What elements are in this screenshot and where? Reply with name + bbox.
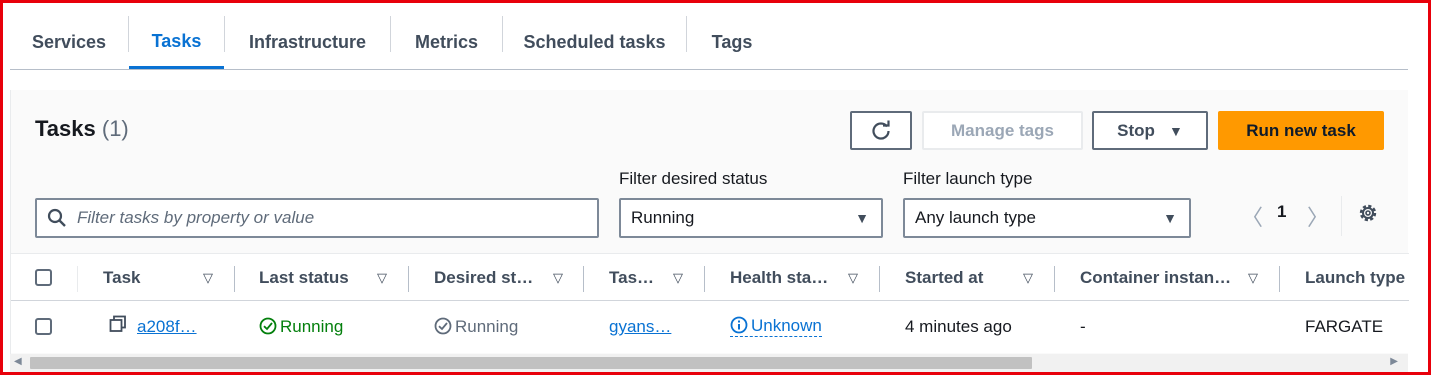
launch-type-cell: FARGATE [1305, 317, 1384, 336]
sort-icon[interactable]: ▽ [553, 270, 563, 286]
task-id-link[interactable]: a208f… [137, 317, 197, 337]
tab-tags[interactable]: Tags [687, 16, 777, 68]
column-header-started-at[interactable]: Started at [905, 268, 983, 288]
dropdown-arrow-icon: ▼ [1163, 210, 1177, 226]
launch-type-select[interactable]: Any launch type ▼ [903, 198, 1191, 238]
desired-status-value: Running [631, 208, 695, 227]
desired-status-cell: Running [434, 317, 518, 337]
last-status-text: Running [280, 317, 344, 336]
column-divider[interactable] [583, 266, 584, 292]
run-new-task-button[interactable]: Run new task [1218, 111, 1384, 150]
tab-infrastructure[interactable]: Infrastructure [225, 16, 390, 68]
caret-down-icon: ▼ [1168, 122, 1183, 139]
stop-button-label: Stop [1117, 120, 1155, 140]
refresh-button[interactable] [850, 111, 912, 150]
refresh-icon [872, 120, 890, 140]
column-header-desired-status[interactable]: Desired st… [434, 268, 533, 288]
started-at-cell: 4 minutes ago [905, 317, 1012, 336]
tab-metrics[interactable]: Metrics [391, 16, 502, 68]
pager-divider [1341, 196, 1342, 236]
column-divider[interactable] [1054, 266, 1055, 292]
column-divider[interactable] [234, 266, 235, 292]
tasks-panel: Tasks (1) Manage tags Stop ▼ Run new tas… [10, 90, 1409, 375]
tab-scheduled-tasks[interactable]: Scheduled tasks [503, 16, 686, 68]
search-icon [47, 208, 66, 227]
sort-icon[interactable]: ▽ [1023, 270, 1033, 286]
search-placeholder: Filter tasks by property or value [77, 208, 315, 227]
table-row: a208f… Running Running gyans… Unknown 4 … [11, 301, 1409, 353]
panel-title-text: Tasks [35, 116, 96, 141]
container-instance-cell: - [1080, 317, 1086, 336]
sort-icon[interactable]: ▽ [377, 270, 387, 286]
current-page-number[interactable]: 1 [1277, 202, 1286, 222]
sort-icon[interactable]: ▽ [848, 270, 858, 286]
copy-icon[interactable] [109, 315, 127, 338]
next-page-icon[interactable]: 〉 [1307, 200, 1329, 232]
success-check-icon [259, 317, 277, 335]
horizontal-scrollbar[interactable]: ◀ ▶ [10, 354, 1408, 372]
info-icon [730, 316, 748, 334]
sort-icon[interactable]: ▽ [673, 270, 683, 286]
scroll-right-icon[interactable]: ▶ [1390, 356, 1398, 367]
column-divider[interactable] [704, 266, 705, 292]
column-header-container-instance[interactable]: Container instan… [1080, 268, 1231, 288]
panel-title: Tasks (1) [35, 116, 129, 142]
column-header-launch-type[interactable]: Launch type [1305, 268, 1405, 288]
table-header: Task ▽ Last status ▽ Desired st… ▽ Tas… … [11, 253, 1409, 301]
column-divider[interactable] [1279, 266, 1280, 292]
manage-tags-button[interactable]: Manage tags [922, 111, 1083, 150]
stop-button[interactable]: Stop ▼ [1092, 111, 1208, 150]
desired-status-select[interactable]: Running ▼ [619, 198, 883, 238]
health-status-text: Unknown [751, 316, 822, 335]
select-all-checkbox[interactable] [35, 269, 52, 286]
task-count: (1) [101, 116, 129, 141]
status-check-icon [434, 317, 452, 335]
launch-type-value: Any launch type [915, 208, 1036, 227]
last-status-cell: Running [259, 317, 343, 337]
column-divider[interactable] [408, 266, 409, 292]
scroll-left-icon[interactable]: ◀ [14, 356, 22, 367]
tab-services[interactable]: Services [10, 16, 128, 68]
column-divider [77, 266, 78, 292]
column-header-task-definition[interactable]: Tas… [609, 268, 654, 288]
column-header-last-status[interactable]: Last status [259, 268, 349, 288]
search-input[interactable]: Filter tasks by property or value [35, 198, 599, 238]
sort-icon[interactable]: ▽ [203, 270, 213, 286]
tab-bar: Services Tasks Infrastructure Metrics Sc… [10, 0, 1408, 70]
settings-gear-icon[interactable] [1357, 202, 1379, 229]
column-header-health-status[interactable]: Health sta… [730, 268, 828, 288]
desired-status-text: Running [455, 317, 519, 336]
column-header-task[interactable]: Task [103, 268, 141, 288]
row-select-checkbox[interactable] [35, 318, 52, 335]
health-status-cell[interactable]: Unknown [730, 316, 822, 337]
previous-page-icon[interactable]: 〈 [1241, 200, 1263, 232]
column-divider[interactable] [879, 266, 880, 292]
task-definition-link[interactable]: gyans… [609, 317, 671, 337]
sort-icon[interactable]: ▽ [1248, 270, 1258, 286]
filter-desired-status-label: Filter desired status [619, 169, 768, 188]
tab-tasks[interactable]: Tasks [129, 16, 224, 69]
scrollbar-thumb[interactable] [30, 357, 1032, 369]
dropdown-arrow-icon: ▼ [855, 210, 869, 226]
filter-launch-type-label: Filter launch type [903, 169, 1033, 188]
